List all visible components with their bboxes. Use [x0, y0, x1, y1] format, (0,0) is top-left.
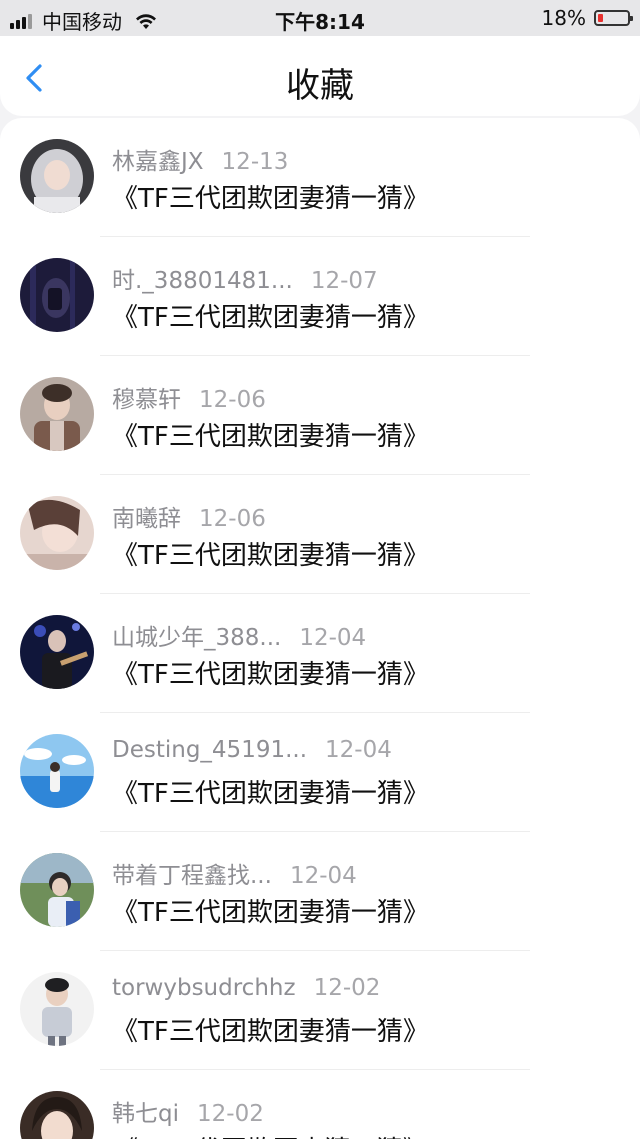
item-date: 12-13: [221, 149, 289, 175]
item-title: 《TF三代团欺团妻猜一猜》: [112, 541, 429, 571]
list-item[interactable]: 南曦辞 12-06 《TF三代团欺团妻猜一猜》: [0, 475, 640, 594]
item-date: 12-07: [310, 268, 378, 294]
item-date: 12-06: [199, 506, 266, 532]
list-item[interactable]: 韩七qi 12-02 《TF三代团欺团妻猜一猜》: [0, 1070, 640, 1139]
avatar: [20, 853, 94, 927]
item-username: 南曦辞: [112, 506, 181, 532]
item-date: 12-06: [199, 387, 266, 413]
nav-bar: 收藏: [0, 36, 640, 116]
battery-icon: [594, 10, 633, 26]
item-username: 韩七qi: [112, 1101, 179, 1127]
item-meta: 南曦辞 12-06: [112, 499, 266, 533]
item-title: 《TF三代团欺团妻猜一猜》: [112, 660, 429, 690]
status-bar: 中国移动 下午8:14 18%: [0, 0, 640, 36]
avatar: [20, 258, 94, 332]
avatar: [20, 972, 94, 1046]
item-meta: torwybsudrchhz 12-02: [112, 975, 380, 1001]
item-title: 《TF三代团欺团妻猜一猜》: [112, 1017, 429, 1047]
item-username: torwybsudrchhz: [112, 975, 296, 1001]
list-item[interactable]: Desting_45191... 12-04 《TF三代团欺团妻猜一猜》: [0, 713, 640, 832]
item-date: 12-04: [289, 863, 357, 889]
item-title: 《TF三代团欺团妻猜一猜》: [112, 303, 429, 333]
list-item[interactable]: torwybsudrchhz 12-02 《TF三代团欺团妻猜一猜》: [0, 951, 640, 1070]
item-title: 《TF三代团欺团妻猜一猜》: [112, 422, 429, 452]
list-item[interactable]: 带着丁程鑫找... 12-04 《TF三代团欺团妻猜一猜》: [0, 832, 640, 951]
item-username: 山城少年_388...: [112, 625, 282, 651]
favorites-list: 林嘉鑫JX 12-13 《TF三代团欺团妻猜一猜》 时._38801481... 1…: [0, 118, 640, 1139]
item-title: 《TF三代团欺团妻猜一猜》: [112, 1130, 429, 1139]
item-date: 12-02: [197, 1101, 264, 1127]
status-right: 18%: [541, 6, 633, 30]
avatar: [20, 1091, 94, 1139]
item-username: 带着丁程鑫找...: [112, 863, 272, 889]
item-title: 《TF三代团欺团妻猜一猜》: [112, 779, 429, 809]
list-item[interactable]: 山城少年_388... 12-04 《TF三代团欺团妻猜一猜》: [0, 594, 640, 713]
battery-level-fill: [598, 14, 603, 22]
item-meta: 时._38801481... 12-07: [112, 261, 378, 295]
item-date: 12-04: [299, 625, 367, 651]
item-meta: Desting_45191... 12-04: [112, 737, 392, 763]
avatar: [20, 139, 94, 213]
item-title: 《TF三代团欺团妻猜一猜》: [112, 184, 429, 214]
item-meta: 带着丁程鑫找... 12-04: [112, 856, 357, 890]
avatar: [20, 496, 94, 570]
item-date: 12-02: [313, 975, 381, 1001]
battery-percent: 18%: [541, 6, 586, 30]
item-meta: 穆慕轩 12-06: [112, 380, 266, 414]
item-username: 时._38801481...: [112, 268, 293, 294]
page-title: 收藏: [286, 66, 354, 106]
item-username: Desting_45191...: [112, 737, 308, 763]
item-meta: 林嘉鑫JX 12-13: [112, 142, 288, 176]
avatar: [20, 377, 94, 451]
item-username: 穆慕轩: [112, 387, 181, 413]
item-meta: 韩七qi 12-02: [112, 1094, 264, 1128]
list-item[interactable]: 穆慕轩 12-06 《TF三代团欺团妻猜一猜》: [0, 356, 640, 475]
item-title: 《TF三代团欺团妻猜一猜》: [112, 898, 429, 928]
avatar: [20, 615, 94, 689]
list-item[interactable]: 林嘉鑫JX 12-13 《TF三代团欺团妻猜一猜》: [0, 118, 640, 237]
list-item[interactable]: 时._38801481... 12-07 《TF三代团欺团妻猜一猜》: [0, 237, 640, 356]
item-username: 林嘉鑫JX: [112, 149, 204, 175]
item-date: 12-04: [325, 737, 392, 763]
item-meta: 山城少年_388... 12-04: [112, 618, 366, 652]
avatar: [20, 734, 94, 808]
